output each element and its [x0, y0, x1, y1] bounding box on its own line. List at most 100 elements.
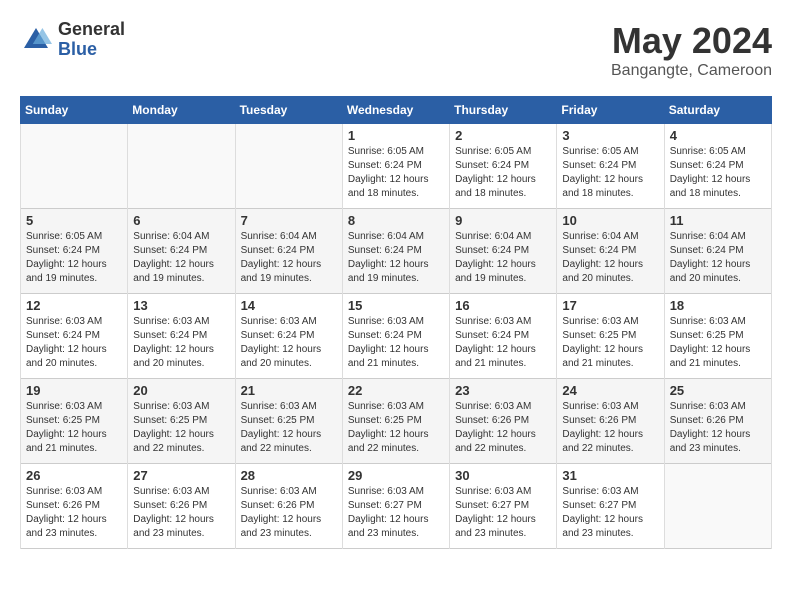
day-info: Sunrise: 6:05 AM Sunset: 6:24 PM Dayligh…	[455, 145, 551, 201]
day-info: Sunrise: 6:03 AM Sunset: 6:27 PM Dayligh…	[348, 485, 444, 541]
header-day: Wednesday	[342, 97, 449, 124]
header-day: Monday	[128, 97, 235, 124]
day-info: Sunrise: 6:03 AM Sunset: 6:25 PM Dayligh…	[26, 400, 122, 456]
day-number: 29	[348, 468, 444, 483]
calendar-day-cell: 23Sunrise: 6:03 AM Sunset: 6:26 PM Dayli…	[450, 379, 557, 464]
day-number: 27	[133, 468, 229, 483]
calendar-day-cell: 7 Sunrise: 6:04 AM Sunset: 6:24 PM Daylig…	[235, 209, 342, 294]
calendar-week-row: 19 Sunrise: 6:03 AM Sunset: 6:25 PM Dayli…	[21, 379, 772, 464]
day-number: 19	[26, 383, 122, 398]
calendar-day-cell: 11 Sunrise: 6:04 AM Sunset: 6:24 PM Dayli…	[664, 209, 771, 294]
calendar-day-cell: 22Sunrise: 6:03 AM Sunset: 6:25 PM Dayli…	[342, 379, 449, 464]
day-info: Sunrise: 6:03 AM Sunset: 6:26 PM Dayligh…	[26, 485, 122, 541]
day-info: Sunrise: 6:05 AM Sunset: 6:24 PM Dayligh…	[562, 145, 658, 201]
day-info: Sunrise: 6:03 AM Sunset: 6:24 PM Dayligh…	[348, 315, 444, 371]
month-title: May 2024	[611, 20, 772, 62]
day-info: Sunrise: 6:05 AM Sunset: 6:24 PM Dayligh…	[670, 145, 766, 201]
day-info: Sunrise: 6:04 AM Sunset: 6:24 PM Dayligh…	[133, 230, 229, 286]
day-number: 9	[455, 213, 551, 228]
day-info: Sunrise: 6:03 AM Sunset: 6:27 PM Dayligh…	[455, 485, 551, 541]
day-number: 12	[26, 298, 122, 313]
day-number: 24	[562, 383, 658, 398]
calendar-week-row: 12 Sunrise: 6:03 AM Sunset: 6:24 PM Dayli…	[21, 294, 772, 379]
day-number: 2	[455, 128, 551, 143]
calendar-day-cell: 1 Sunrise: 6:05 AM Sunset: 6:24 PM Daylig…	[342, 124, 449, 209]
header-day: Thursday	[450, 97, 557, 124]
logo: General Blue	[20, 20, 125, 60]
calendar-day-cell: 12 Sunrise: 6:03 AM Sunset: 6:24 PM Dayli…	[21, 294, 128, 379]
calendar-day-cell: 25 Sunrise: 6:03 AM Sunset: 6:26 PM Dayli…	[664, 379, 771, 464]
day-info: Sunrise: 6:03 AM Sunset: 6:24 PM Dayligh…	[133, 315, 229, 371]
header-day: Friday	[557, 97, 664, 124]
day-number: 28	[241, 468, 337, 483]
day-number: 4	[670, 128, 766, 143]
logo-icon	[20, 24, 52, 56]
day-number: 11	[670, 213, 766, 228]
calendar-day-cell: 19 Sunrise: 6:03 AM Sunset: 6:25 PM Dayli…	[21, 379, 128, 464]
title-block: May 2024 Bangangte, Cameroon	[611, 20, 772, 80]
day-number: 30	[455, 468, 551, 483]
day-info: Sunrise: 6:03 AM Sunset: 6:25 PM Dayligh…	[562, 315, 658, 371]
calendar-day-cell: 26 Sunrise: 6:03 AM Sunset: 6:26 PM Dayli…	[21, 464, 128, 549]
location-subtitle: Bangangte, Cameroon	[611, 62, 772, 80]
header-day: Sunday	[21, 97, 128, 124]
header-day: Saturday	[664, 97, 771, 124]
logo-text: General Blue	[58, 20, 125, 60]
day-number: 5	[26, 213, 122, 228]
calendar-day-cell: 21Sunrise: 6:03 AM Sunset: 6:25 PM Dayli…	[235, 379, 342, 464]
calendar-day-cell: 6Sunrise: 6:04 AM Sunset: 6:24 PM Daylig…	[128, 209, 235, 294]
calendar-day-cell: 30 Sunrise: 6:03 AM Sunset: 6:27 PM Dayli…	[450, 464, 557, 549]
calendar-day-cell: 14Sunrise: 6:03 AM Sunset: 6:24 PM Dayli…	[235, 294, 342, 379]
logo-general-text: General	[58, 20, 125, 40]
day-number: 13	[133, 298, 229, 313]
day-number: 22	[348, 383, 444, 398]
calendar-day-cell: 17Sunrise: 6:03 AM Sunset: 6:25 PM Dayli…	[557, 294, 664, 379]
day-number: 8	[348, 213, 444, 228]
day-number: 18	[670, 298, 766, 313]
day-info: Sunrise: 6:03 AM Sunset: 6:24 PM Dayligh…	[455, 315, 551, 371]
day-info: Sunrise: 6:03 AM Sunset: 6:25 PM Dayligh…	[133, 400, 229, 456]
calendar-day-cell: 16 Sunrise: 6:03 AM Sunset: 6:24 PM Dayli…	[450, 294, 557, 379]
calendar-day-cell: 3 Sunrise: 6:05 AM Sunset: 6:24 PM Daylig…	[557, 124, 664, 209]
calendar-day-cell	[128, 124, 235, 209]
day-info: Sunrise: 6:04 AM Sunset: 6:24 PM Dayligh…	[455, 230, 551, 286]
day-info: Sunrise: 6:04 AM Sunset: 6:24 PM Dayligh…	[241, 230, 337, 286]
day-info: Sunrise: 6:03 AM Sunset: 6:24 PM Dayligh…	[26, 315, 122, 371]
day-number: 31	[562, 468, 658, 483]
day-info: Sunrise: 6:03 AM Sunset: 6:26 PM Dayligh…	[241, 485, 337, 541]
day-number: 16	[455, 298, 551, 313]
calendar-day-cell: 18Sunrise: 6:03 AM Sunset: 6:25 PM Dayli…	[664, 294, 771, 379]
day-number: 7	[241, 213, 337, 228]
calendar-day-cell: 15 Sunrise: 6:03 AM Sunset: 6:24 PM Dayli…	[342, 294, 449, 379]
day-info: Sunrise: 6:04 AM Sunset: 6:24 PM Dayligh…	[562, 230, 658, 286]
day-info: Sunrise: 6:04 AM Sunset: 6:24 PM Dayligh…	[348, 230, 444, 286]
calendar-day-cell: 8 Sunrise: 6:04 AM Sunset: 6:24 PM Daylig…	[342, 209, 449, 294]
logo-blue-text: Blue	[58, 40, 125, 60]
day-info: Sunrise: 6:03 AM Sunset: 6:27 PM Dayligh…	[562, 485, 658, 541]
day-number: 1	[348, 128, 444, 143]
day-number: 14	[241, 298, 337, 313]
calendar-day-cell: 29 Sunrise: 6:03 AM Sunset: 6:27 PM Dayli…	[342, 464, 449, 549]
calendar-day-cell: 20Sunrise: 6:03 AM Sunset: 6:25 PM Dayli…	[128, 379, 235, 464]
calendar-day-cell: 9 Sunrise: 6:04 AM Sunset: 6:24 PM Daylig…	[450, 209, 557, 294]
day-info: Sunrise: 6:03 AM Sunset: 6:26 PM Dayligh…	[670, 400, 766, 456]
calendar-week-row: 1 Sunrise: 6:05 AM Sunset: 6:24 PM Daylig…	[21, 124, 772, 209]
day-number: 25	[670, 383, 766, 398]
day-info: Sunrise: 6:03 AM Sunset: 6:26 PM Dayligh…	[455, 400, 551, 456]
day-info: Sunrise: 6:04 AM Sunset: 6:24 PM Dayligh…	[670, 230, 766, 286]
day-number: 10	[562, 213, 658, 228]
calendar-day-cell: 24Sunrise: 6:03 AM Sunset: 6:26 PM Dayli…	[557, 379, 664, 464]
calendar-day-cell: 2 Sunrise: 6:05 AM Sunset: 6:24 PM Daylig…	[450, 124, 557, 209]
calendar-day-cell: 10 Sunrise: 6:04 AM Sunset: 6:24 PM Dayli…	[557, 209, 664, 294]
calendar-day-cell: 13 Sunrise: 6:03 AM Sunset: 6:24 PM Dayli…	[128, 294, 235, 379]
calendar-day-cell: 5Sunrise: 6:05 AM Sunset: 6:24 PM Daylig…	[21, 209, 128, 294]
day-info: Sunrise: 6:05 AM Sunset: 6:24 PM Dayligh…	[348, 145, 444, 201]
day-number: 21	[241, 383, 337, 398]
day-number: 26	[26, 468, 122, 483]
calendar-day-cell: 28 Sunrise: 6:03 AM Sunset: 6:26 PM Dayli…	[235, 464, 342, 549]
day-number: 3	[562, 128, 658, 143]
calendar-week-row: 26 Sunrise: 6:03 AM Sunset: 6:26 PM Dayli…	[21, 464, 772, 549]
day-number: 15	[348, 298, 444, 313]
calendar-header-row: SundayMondayTuesdayWednesdayThursdayFrid…	[21, 97, 772, 124]
header-day: Tuesday	[235, 97, 342, 124]
